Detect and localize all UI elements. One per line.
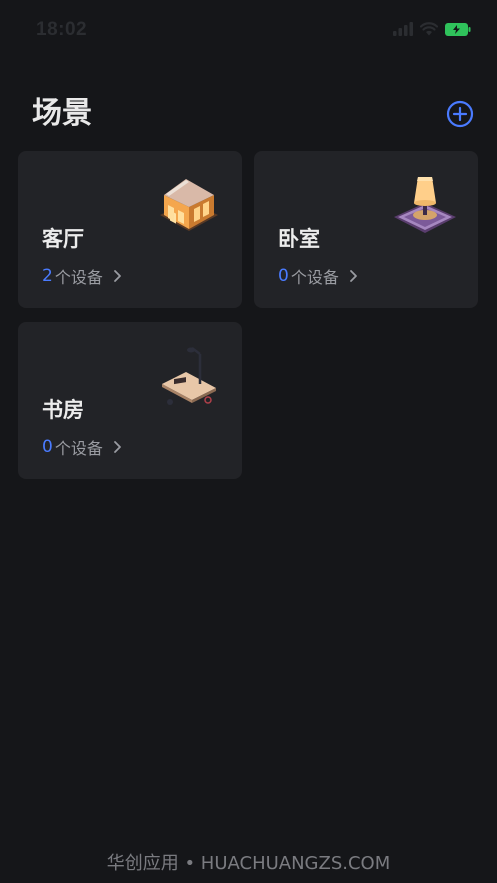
add-circle-icon [446,100,474,128]
device-count-label: 个设备 [290,268,339,287]
chevron-right-icon [113,441,121,453]
scene-name: 卧室 [278,227,320,251]
device-count-label: 个设备 [54,268,103,287]
status-time: 18:02 [36,19,88,40]
bedroom-illustration [394,177,456,233]
add-scene-button[interactable] [446,100,474,128]
device-count-number: 0 [42,437,53,457]
status-icons [393,22,471,36]
wifi-icon [420,22,438,36]
watermark: 华创应用 • HUACHUANGZS.COM [106,853,391,874]
chevron-right-icon [113,270,121,282]
scene-name: 客厅 [42,227,84,251]
scene-card-living-room[interactable]: 客厅 2 个设备 [18,151,242,308]
device-count: 0 个设备 [278,264,359,288]
device-count: 0 个设备 [42,435,123,459]
scene-card-study[interactable]: 书房 0 个设备 [18,322,242,479]
device-count: 2 个设备 [42,264,123,288]
scene-name: 书房 [42,398,84,422]
device-count-number: 0 [278,266,289,286]
battery-icon [445,22,471,36]
study-illustration [162,347,216,405]
signal-icon [393,22,413,36]
device-count-number: 2 [42,266,53,286]
scene-card-bedroom[interactable]: 卧室 0 个设备 [254,151,478,308]
living-room-illustration [160,179,218,231]
page-title: 场景 [32,96,92,131]
device-count-label: 个设备 [54,439,103,458]
status-bar: 18:02 [0,0,497,60]
chevron-right-icon [349,270,357,282]
